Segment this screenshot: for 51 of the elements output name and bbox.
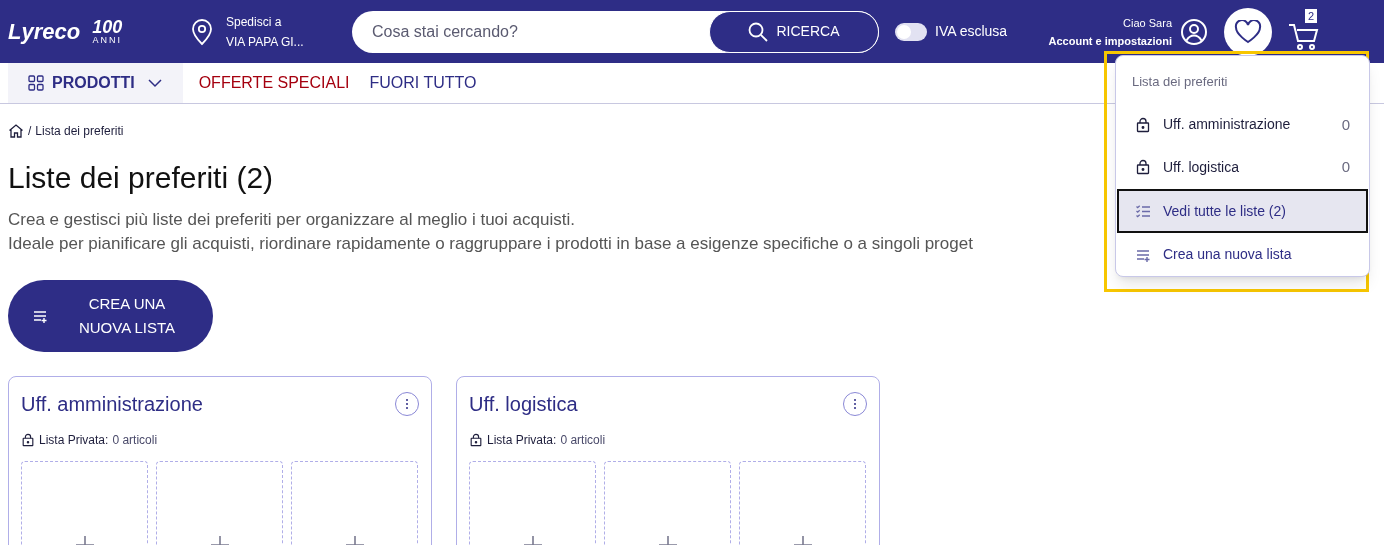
dropdown-item[interactable]: Crea una nuova lista — [1117, 233, 1368, 276]
home-icon[interactable] — [8, 123, 24, 139]
shipping-label: Spedisci a — [226, 13, 283, 31]
cart-count-badge: 2 — [1304, 7, 1319, 24]
lock-icon — [469, 433, 483, 447]
list-add-icon — [32, 308, 48, 324]
search-icon — [748, 21, 769, 42]
more-icon — [405, 398, 409, 410]
nav-link[interactable]: FUORI TUTTO — [365, 71, 481, 95]
page-title: Liste dei preferiti (2) — [8, 160, 274, 196]
nav-link[interactable]: OFFERTE SPECIALI — [182, 71, 366, 95]
dropdown-item[interactable]: Uff. amministrazione 0 — [1117, 103, 1368, 147]
lock-icon — [1135, 116, 1151, 133]
lock-icon — [1135, 159, 1151, 176]
favorites-button[interactable] — [1224, 7, 1272, 56]
products-menu-button[interactable]: PRODOTTI — [8, 63, 183, 103]
user-icon[interactable] — [1180, 17, 1208, 46]
location-pin-icon — [190, 17, 214, 46]
greeting: Ciao Sara — [1123, 15, 1172, 31]
account-link[interactable]: Account e impostazioni — [1048, 31, 1172, 50]
item-count: 0 articoli — [112, 432, 158, 449]
heart-icon — [1234, 19, 1262, 44]
vat-toggle[interactable] — [895, 22, 927, 41]
breadcrumb-item: Lista dei preferiti — [35, 123, 124, 140]
vat-label: IVA esclusa — [935, 22, 1008, 41]
description-text: Crea e gestisci più liste dei preferiti per organizzare al meglio i tuoi acquisti. — [8, 209, 575, 231]
create-list-button[interactable]: CREA UNA NUOVA LISTA — [8, 280, 213, 352]
item-count: 0 articoli — [560, 432, 606, 449]
description-text: Ideale per pianificare gli acquisti, riordinare rapidamente o raggruppare i prodotti in base a esigenze specifiche o a singoli proget — [8, 233, 973, 255]
lock-icon — [21, 433, 35, 447]
list-title[interactable]: Uff. amministrazione — [21, 389, 203, 419]
checklist-icon — [1135, 203, 1151, 220]
dropdown-title: Lista dei preferiti — [1131, 73, 1229, 91]
dropdown-item-label: Crea una nuova lista — [1163, 245, 1293, 265]
privacy-label: Lista Privata: — [39, 432, 109, 449]
shipping-address[interactable]: VIA PAPA GI... — [226, 31, 304, 52]
dropdown-item[interactable]: Uff. logistica 0 — [1117, 146, 1368, 189]
list-title[interactable]: Uff. logistica — [469, 389, 578, 419]
search-button[interactable]: RICERCA — [709, 10, 879, 53]
privacy-label: Lista Privata: — [487, 432, 557, 449]
dropdown-item-label: Vedi tutte le liste (2) — [1163, 201, 1287, 221]
search-input[interactable]: Cosa stai cercando? — [372, 19, 709, 44]
item-count: 0 — [1341, 114, 1350, 135]
breadcrumb-separator: / — [28, 123, 32, 140]
dropdown-item-label: Uff. logistica — [1163, 157, 1240, 177]
dropdown-item[interactable]: Vedi tutte le liste (2) — [1117, 188, 1368, 234]
search-field[interactable]: Cosa stai cercando? RICERCA — [352, 10, 879, 53]
grid-icon — [28, 75, 44, 91]
item-count: 0 — [1341, 157, 1350, 178]
more-icon — [853, 398, 857, 410]
dropdown-item-label: Uff. amministrazione — [1163, 115, 1292, 135]
